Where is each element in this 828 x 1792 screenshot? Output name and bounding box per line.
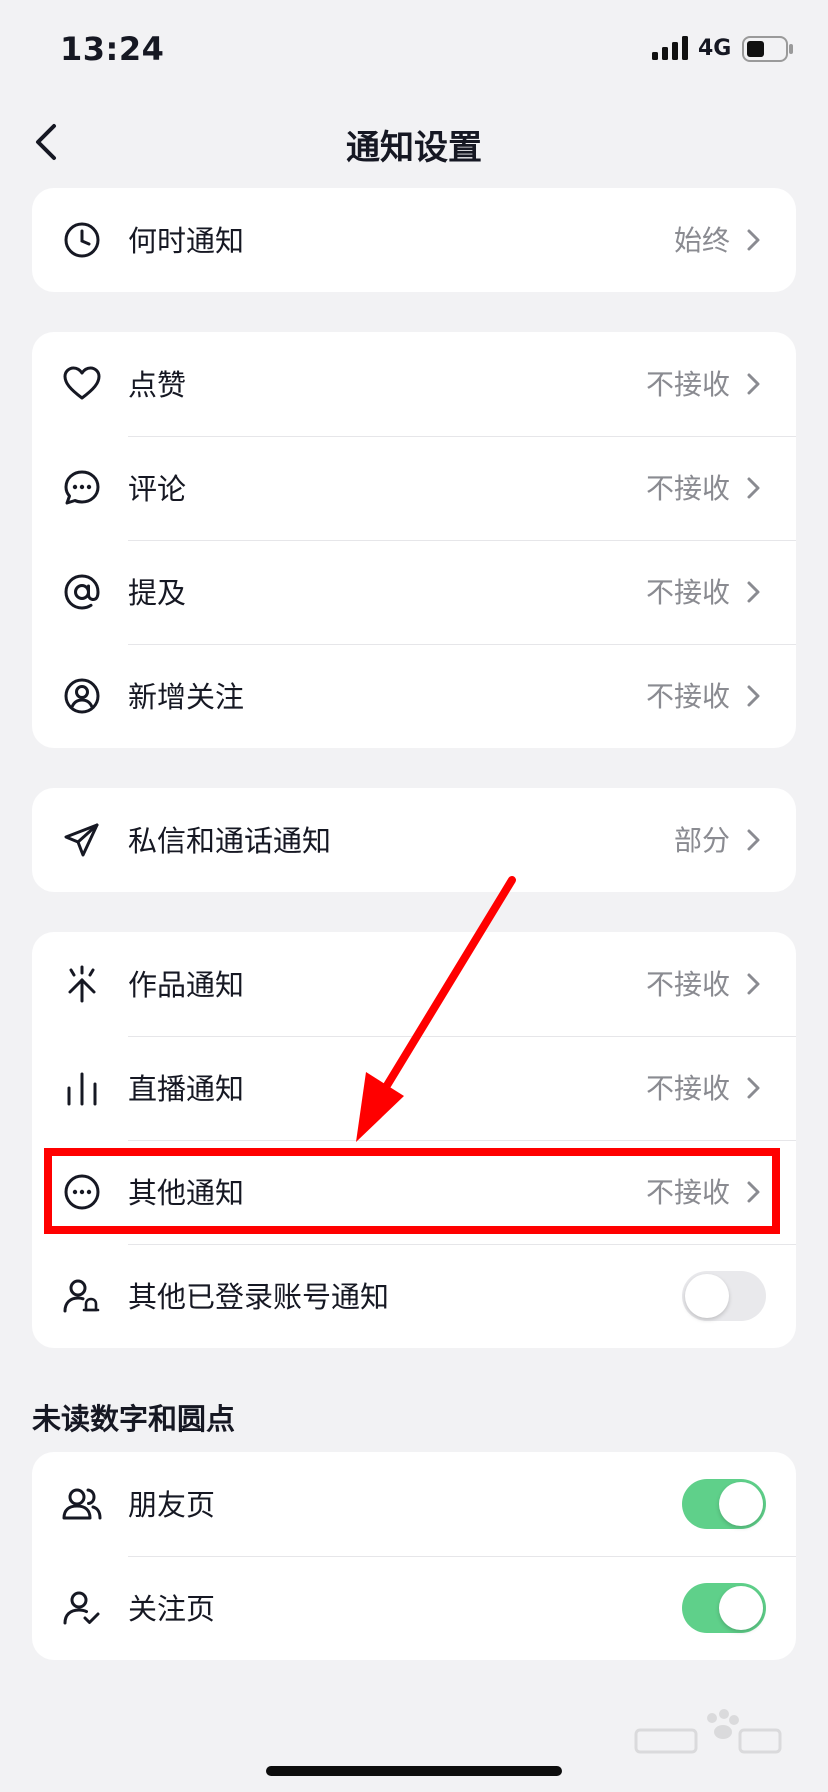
row-new-followers[interactable]: 新增关注 不接收 [32,644,796,748]
chevron-right-icon [747,477,760,499]
row-label: 新增关注 [128,680,245,714]
heart-icon [63,366,101,400]
row-value: 不接收 [645,680,730,713]
chevron-right-icon [747,685,760,707]
row-label: 私信和通话通知 [128,824,332,858]
row-label: 何时通知 [128,224,245,258]
settings-group-unread: 朋友页 关注页 [32,1452,796,1660]
network-type: 4G [698,36,732,61]
row-value: 不接收 [645,576,730,609]
bars-icon [67,1072,97,1106]
signal-icon [652,36,688,60]
row-mentions[interactable]: 提及 不接收 [32,540,796,644]
more-circle-icon [64,1174,100,1210]
chevron-right-icon [747,973,760,995]
toggle-knob [685,1274,729,1318]
row-works[interactable]: 作品通知 不接收 [32,932,796,1036]
row-value: 不接收 [645,368,730,401]
row-label: 其他通知 [128,1176,245,1210]
row-label: 评论 [128,472,187,506]
row-likes[interactable]: 点赞 不接收 [32,332,796,436]
row-live[interactable]: 直播通知 不接收 [32,1036,796,1140]
user-bell-icon [63,1279,100,1313]
row-comments[interactable]: 评论 不接收 [32,436,796,540]
watermark-logo-icon [634,1709,782,1754]
user-circle-icon [64,678,100,714]
row-value: 不接收 [645,1176,730,1209]
chevron-right-icon [747,829,760,851]
row-label: 点赞 [128,368,187,402]
chevron-right-icon [747,373,760,395]
chevron-right-icon [747,1181,760,1203]
at-icon [64,574,100,610]
friends-page-toggle[interactable] [682,1479,766,1529]
row-label: 作品通知 [128,968,245,1002]
settings-group-when: 何时通知 始终 [32,188,796,292]
sparkle-icon [68,965,96,1003]
page-title: 通知设置 [346,128,482,168]
comment-icon [64,470,100,505]
row-label: 朋友页 [128,1488,216,1522]
row-value: 始终 [673,224,730,257]
toggle-knob [719,1482,763,1526]
chevron-right-icon [747,1077,760,1099]
row-when-notify[interactable]: 何时通知 始终 [32,188,796,292]
clock-icon [64,222,100,258]
status-bar: 13:24 4G [0,0,828,100]
section-title-unread: 未读数字和圆点 [32,1402,236,1436]
toggle-knob [719,1586,763,1630]
settings-group-content: 作品通知 不接收 直播通知 不接收 其他通知 不接收 其他已登录账号通知 [32,932,796,1348]
user-check-icon [63,1591,100,1625]
row-friends-page: 朋友页 [32,1452,796,1556]
nav-bar: 通知设置 [0,100,828,182]
battery-icon [742,36,793,62]
users-icon [62,1488,102,1520]
row-label: 关注页 [128,1592,216,1626]
row-label: 其他已登录账号通知 [128,1280,390,1314]
send-icon [64,823,99,857]
row-value: 不接收 [645,1072,730,1105]
row-label: 提及 [128,576,187,610]
row-value: 不接收 [645,968,730,1001]
status-time: 13:24 [60,30,165,68]
chevron-right-icon [747,581,760,603]
settings-group-interactions: 点赞 不接收 评论 不接收 提及 不接收 新增关注 不接收 [32,332,796,748]
row-other-accounts: 其他已登录账号通知 [32,1244,796,1348]
row-following-page: 关注页 [32,1556,796,1660]
settings-group-messages: 私信和通话通知 部分 [32,788,796,892]
row-value: 不接收 [645,472,730,505]
row-other-notifications[interactable]: 其他通知 不接收 [32,1140,796,1244]
home-indicator [266,1766,562,1776]
other-accounts-toggle[interactable] [682,1271,766,1321]
row-dm-calls[interactable]: 私信和通话通知 部分 [32,788,796,892]
row-label: 直播通知 [128,1072,245,1106]
chevron-right-icon [747,229,760,251]
row-value: 部分 [673,824,730,857]
following-page-toggle[interactable] [682,1583,766,1633]
